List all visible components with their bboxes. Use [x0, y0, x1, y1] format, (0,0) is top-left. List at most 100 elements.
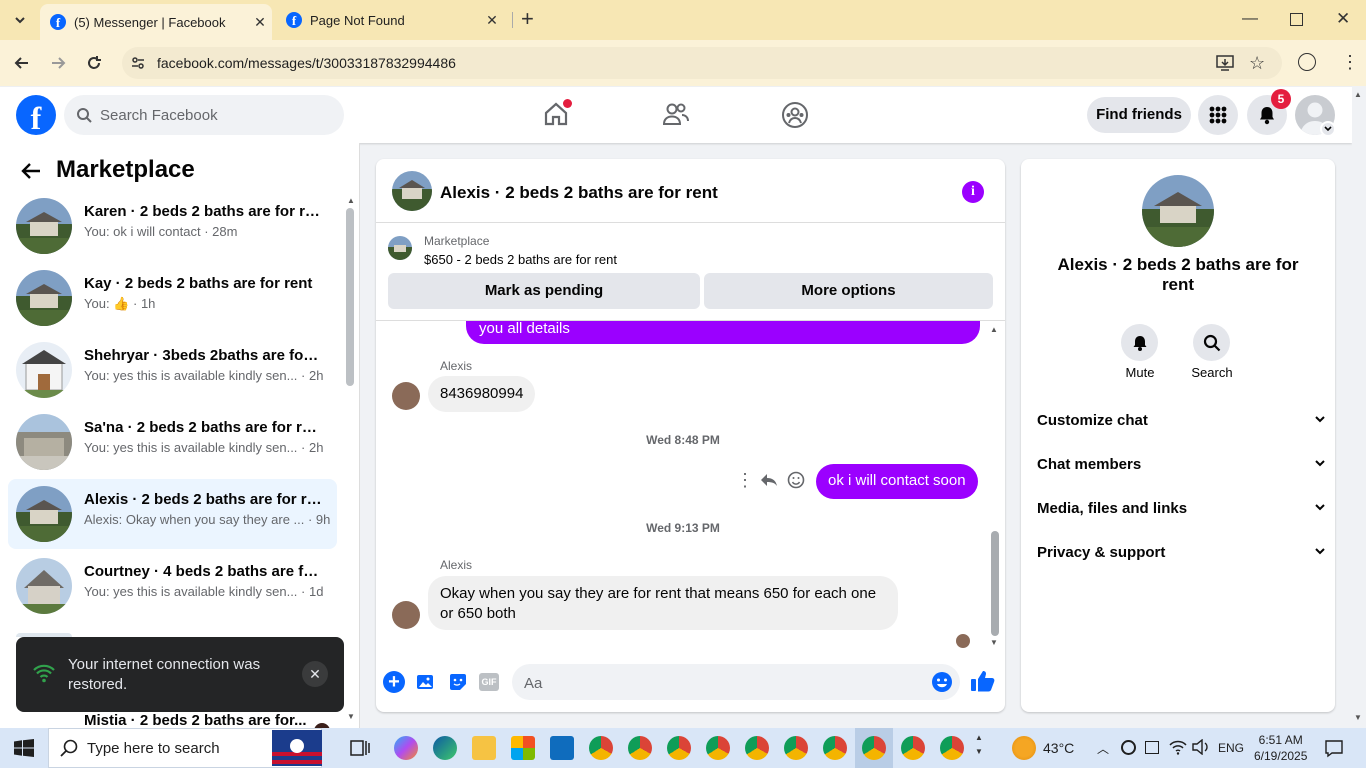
- input-language[interactable]: ENG: [1218, 741, 1244, 755]
- incoming-message-bubble[interactable]: 8436980994: [428, 376, 536, 412]
- task-view-icon[interactable]: [350, 738, 370, 758]
- show-hidden-icons-icon[interactable]: ︿: [1097, 740, 1109, 757]
- media-files-links-section[interactable]: Media, files and links: [1037, 500, 1327, 517]
- conversation-item[interactable]: Kay · 2 beds 2 baths are for rent You: 👍…: [8, 263, 337, 333]
- outgoing-message-bubble[interactable]: ok i will contact soon: [816, 464, 978, 499]
- chrome-profile-icon[interactable]: [628, 736, 652, 760]
- account-chevron-icon[interactable]: [1320, 121, 1336, 137]
- photo-icon[interactable]: [416, 672, 436, 692]
- section-label: Chat members: [1037, 456, 1142, 473]
- scroll-up-arrow-icon[interactable]: ▲: [990, 325, 998, 334]
- reload-icon[interactable]: [84, 53, 104, 73]
- install-app-icon[interactable]: [1216, 54, 1234, 72]
- friends-icon[interactable]: [662, 101, 690, 127]
- chrome-profile-icon[interactable]: [901, 736, 925, 760]
- groups-icon[interactable]: [781, 101, 809, 129]
- sender-avatar[interactable]: [392, 601, 420, 629]
- chrome-active-icon[interactable]: [862, 736, 886, 760]
- menu-grid-button[interactable]: [1198, 95, 1238, 135]
- incoming-message-bubble[interactable]: Okay when you say they are for rent that…: [428, 576, 898, 630]
- flag-holiday-icon[interactable]: [272, 730, 322, 766]
- scroll-down-arrow-icon[interactable]: ▼: [990, 638, 998, 647]
- tab-page-not-found[interactable]: f Page Not Found ✕: [282, 0, 504, 40]
- page-scrollbar-track[interactable]: [1352, 87, 1366, 728]
- find-friends-button[interactable]: Find friends: [1087, 97, 1191, 133]
- customize-chat-section[interactable]: Customize chat: [1037, 412, 1327, 429]
- react-emoji-icon[interactable]: [787, 471, 805, 489]
- profile-photo[interactable]: [1142, 175, 1214, 247]
- message-more-icon[interactable]: ⋮: [736, 470, 754, 490]
- conversation-item[interactable]: Sa'na · 2 beds 2 baths are for rent You:…: [8, 407, 337, 477]
- windows-start-icon[interactable]: [14, 739, 34, 757]
- tab-messenger[interactable]: f (5) Messenger | Facebook ✕: [40, 4, 272, 40]
- emoji-icon[interactable]: [931, 671, 953, 693]
- tab-search-icon[interactable]: [10, 10, 30, 30]
- new-tab-icon[interactable]: +: [521, 8, 534, 30]
- restore-icon[interactable]: [1290, 13, 1303, 26]
- edge-icon[interactable]: [433, 736, 457, 760]
- minimize-icon[interactable]: —: [1242, 10, 1258, 28]
- more-options-button[interactable]: More options: [704, 273, 993, 309]
- outlook-icon[interactable]: [550, 736, 574, 760]
- chat-title[interactable]: Alexis · 2 beds 2 baths are for rent: [440, 183, 718, 203]
- volume-icon[interactable]: [1192, 739, 1210, 755]
- sender-avatar[interactable]: [392, 382, 420, 410]
- chrome-profile-icon[interactable]: [940, 736, 964, 760]
- location-icon[interactable]: [1121, 740, 1136, 755]
- mute-button[interactable]: [1121, 324, 1158, 361]
- bookmark-star-icon[interactable]: ☆: [1249, 53, 1265, 74]
- info-icon[interactable]: i: [962, 181, 984, 203]
- chat-avatar[interactable]: [392, 171, 432, 211]
- chrome-profile-icon[interactable]: [745, 736, 769, 760]
- message-text: you all details: [479, 320, 570, 337]
- reply-icon[interactable]: [760, 472, 778, 488]
- scroll-down-arrow-icon[interactable]: ▼: [347, 712, 355, 721]
- mark-as-pending-button[interactable]: Mark as pending: [388, 273, 700, 309]
- taskbar-clock[interactable]: 6:51 AM 6/19/2025: [1254, 732, 1307, 764]
- search-in-chat-button[interactable]: [1193, 324, 1230, 361]
- back-icon[interactable]: [12, 53, 32, 73]
- toast-close-icon[interactable]: ✕: [302, 661, 328, 687]
- listing-title[interactable]: $650 - 2 beds 2 baths are for rent: [424, 252, 617, 267]
- scroll-up-arrow-icon[interactable]: ▲: [347, 196, 355, 205]
- conversation-item-active[interactable]: Alexis · 2 beds 2 baths are for rent Ale…: [8, 479, 337, 549]
- weather-temp[interactable]: 43°C: [1043, 740, 1074, 756]
- message-input[interactable]: [512, 664, 960, 700]
- facebook-logo[interactable]: f: [16, 95, 56, 135]
- conversation-item[interactable]: Courtney · 4 beds 2 baths are fo... You:…: [8, 551, 337, 621]
- chrome-profile-icon[interactable]: [706, 736, 730, 760]
- taskbar-overflow-arrows-icon[interactable]: ▲ ▼: [975, 731, 983, 759]
- conversation-item[interactable]: Karen · 2 beds 2 baths are for rent You:…: [8, 191, 337, 261]
- scroll-down-arrow-icon[interactable]: ▼: [1354, 713, 1362, 722]
- thumbs-up-send-icon[interactable]: [970, 669, 996, 693]
- chrome-icon[interactable]: [589, 736, 613, 760]
- back-arrow-icon[interactable]: [20, 161, 42, 181]
- facebook-search-field[interactable]: Search Facebook: [64, 95, 344, 135]
- microsoft-store-icon[interactable]: [511, 736, 535, 760]
- message-text: ok i will contact soon: [828, 472, 966, 489]
- chat-members-section[interactable]: Chat members: [1037, 456, 1327, 473]
- search-placeholder: Search Facebook: [100, 106, 218, 124]
- copilot-icon[interactable]: [394, 736, 418, 760]
- notification-center-icon[interactable]: [1324, 738, 1344, 758]
- close-tab-icon[interactable]: ✕: [480, 12, 504, 29]
- close-window-icon[interactable]: ✕: [1336, 9, 1350, 29]
- chrome-profile-icon[interactable]: [667, 736, 691, 760]
- chrome-profile-icon[interactable]: [784, 736, 808, 760]
- battery-plug-icon[interactable]: [1145, 741, 1159, 754]
- add-attachment-icon[interactable]: +: [383, 671, 405, 693]
- browser-menu-icon[interactable]: ⋮: [1341, 52, 1359, 72]
- chat-scrollbar[interactable]: [991, 531, 999, 636]
- scroll-up-arrow-icon[interactable]: ▲: [1354, 90, 1362, 99]
- sticker-icon[interactable]: [448, 672, 468, 692]
- close-tab-icon[interactable]: ✕: [248, 14, 272, 31]
- chrome-profile-icon[interactable]: [823, 736, 847, 760]
- profile-icon[interactable]: [1298, 53, 1316, 71]
- weather-sun-icon[interactable]: [1012, 736, 1036, 760]
- privacy-support-section[interactable]: Privacy & support: [1037, 544, 1327, 561]
- site-info-icon[interactable]: [130, 55, 146, 71]
- wifi-status-icon[interactable]: [1169, 739, 1187, 755]
- conversation-list-scrollbar[interactable]: [346, 208, 354, 386]
- conversation-item[interactable]: Shehryar · 3beds 2baths are for ... You:…: [8, 335, 337, 405]
- file-explorer-icon[interactable]: [472, 736, 496, 760]
